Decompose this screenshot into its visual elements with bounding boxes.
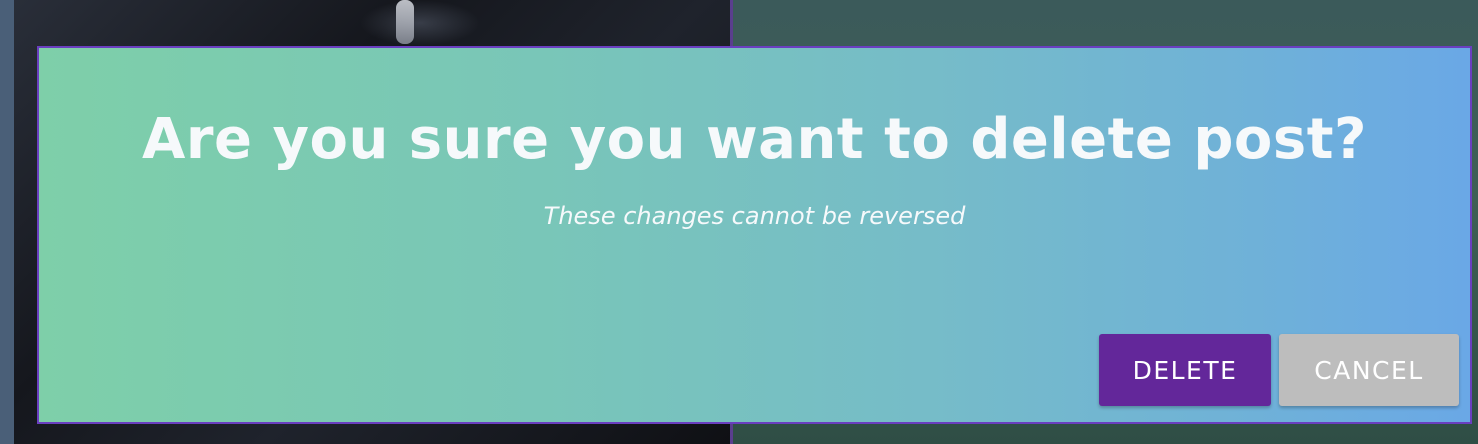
background-photo-highlight (360, 0, 480, 46)
delete-button[interactable]: DELETE (1099, 334, 1271, 406)
background-edge (0, 0, 14, 444)
cancel-button[interactable]: CANCEL (1279, 334, 1459, 406)
dialog-subtitle: These changes cannot be reversed (543, 202, 966, 230)
dialog-title: Are you sure you want to delete post? (142, 107, 1367, 172)
delete-confirmation-dialog: Are you sure you want to delete post? Th… (37, 46, 1472, 424)
background-photo-light (396, 0, 414, 44)
